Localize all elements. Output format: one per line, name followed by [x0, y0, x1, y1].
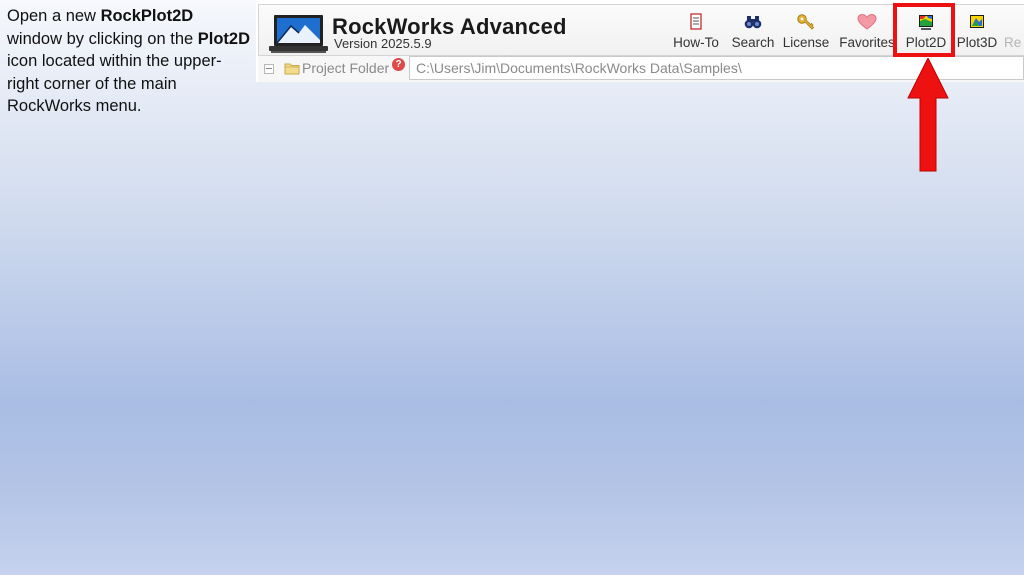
- instruction-text: Open a new RockPlot2D window by clicking…: [7, 5, 252, 118]
- cut-off-icon: [1005, 13, 1024, 31]
- toolbar-cut-off-button[interactable]: Re: [1004, 9, 1024, 53]
- instruction-bold-rockplot2d: RockPlot2D: [100, 7, 194, 25]
- toolbar-label: License: [782, 35, 830, 50]
- collapse-toggle[interactable]: [264, 64, 274, 74]
- toolbar-favorites-button[interactable]: Favorites: [837, 9, 897, 53]
- heart-icon: [857, 13, 877, 30]
- toolbar-how-to-button[interactable]: How-To: [671, 9, 721, 53]
- instruction-part: icon located within the upper-right corn…: [7, 52, 222, 116]
- instruction-part: Open a new: [7, 7, 101, 25]
- toolbar-search-button[interactable]: Search: [729, 9, 777, 53]
- toolbar-label: Search: [731, 35, 775, 50]
- rockworks-logo-icon: [269, 15, 328, 53]
- plot2d-highlight-box: [893, 3, 955, 57]
- book-icon: [690, 13, 702, 30]
- folder-icon: [284, 63, 300, 75]
- app-version: Version 2025.5.9: [334, 36, 432, 51]
- binoculars-icon: [744, 16, 762, 29]
- toolbar-label: Plot3D: [956, 35, 998, 50]
- instruction-part: window by clicking on the: [7, 29, 198, 48]
- plot3d-icon: [970, 15, 984, 28]
- instruction-bold-plot2d: Plot2D: [197, 29, 251, 48]
- toolbar-label: Re: [1004, 35, 1022, 50]
- toolbar-plot3d-button[interactable]: Plot3D: [954, 9, 1000, 53]
- project-folder-label: Project Folder: [302, 60, 390, 76]
- pointer-arrow-icon: [907, 58, 949, 172]
- toolbar-label: How-To: [673, 35, 719, 50]
- toolbar-license-button[interactable]: License: [781, 9, 831, 53]
- key-icon: [797, 14, 815, 30]
- toolbar-label: Favorites: [839, 35, 895, 50]
- help-icon[interactable]: ?: [392, 58, 405, 71]
